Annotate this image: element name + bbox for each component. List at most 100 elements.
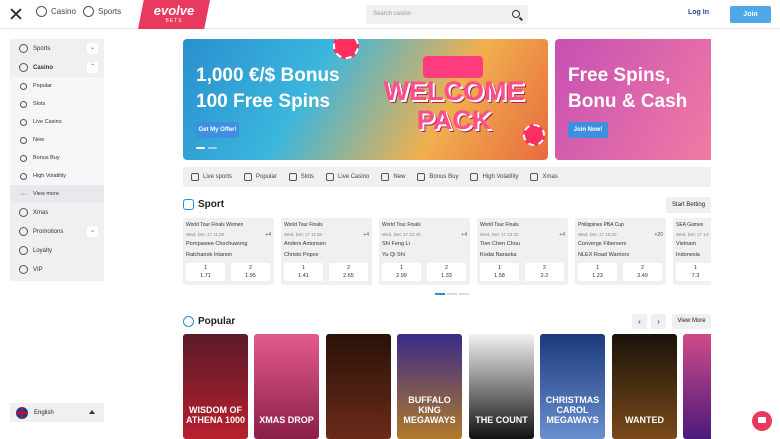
- odd-button-2[interactable]: 2 3.49: [623, 263, 662, 281]
- tab-slots[interactable]: Slots: [288, 173, 314, 181]
- sidebar-item-sports[interactable]: Sports ⌄: [10, 39, 104, 58]
- match-pagination[interactable]: [435, 293, 469, 295]
- match-date: Wed, Dec 17 14:: [676, 232, 710, 237]
- game-tile[interactable]: [326, 334, 391, 439]
- sidebar-item-view-more[interactable]: ··· View more: [10, 185, 104, 203]
- odd-button-2[interactable]: 2 2.2: [525, 263, 564, 281]
- odd-button-1[interactable]: 1 1.71: [186, 263, 225, 281]
- match-card[interactable]: World Tour Finals Wed, Dec 17 12:40 +4 S…: [379, 218, 470, 285]
- new-icon: [381, 173, 390, 181]
- more-markets[interactable]: +4: [461, 232, 467, 238]
- odd-button-2[interactable]: 2 1.95: [231, 263, 270, 281]
- vip-icon: [19, 265, 28, 274]
- tab-new[interactable]: New: [381, 173, 405, 181]
- odd-button-1[interactable]: 1 7.3: [676, 263, 711, 281]
- more-markets[interactable]: +4: [363, 232, 369, 238]
- sidebar-item-label: Loyalty: [33, 247, 53, 254]
- tab-high-volatility[interactable]: High Volatility: [470, 173, 518, 181]
- search-input[interactable]: Search casino: [366, 5, 528, 24]
- caret-up-icon: [89, 410, 95, 414]
- match-card[interactable]: SEA Games Wed, Dec 17 14: Vietnam Indone…: [673, 218, 711, 285]
- team-away: Ratchanok Intanon: [186, 252, 233, 258]
- sidebar-item-promotions[interactable]: Promotions ⌄: [10, 222, 104, 241]
- sidebar-item-high-volatility[interactable]: High Volatility: [10, 167, 104, 185]
- login-button[interactable]: Log In: [688, 9, 709, 16]
- more-markets[interactable]: +4: [559, 232, 565, 238]
- odd-button-1[interactable]: 1 1.23: [578, 263, 617, 281]
- match-card[interactable]: World Tour Finals Wed, Dec 17 13:30 +4 T…: [477, 218, 568, 285]
- chevron-up-icon[interactable]: ⌃: [87, 62, 98, 73]
- free-spins-banner[interactable]: Free Spins, Bonu & Cash Join Now!: [555, 39, 711, 160]
- search-placeholder: Search casino: [373, 11, 412, 17]
- match-card[interactable]: World Tour Finals Women Wed, Dec 17 11:0…: [183, 218, 274, 285]
- tab-live-casino[interactable]: Live Casino: [326, 173, 369, 181]
- match-league: Philippines PBA Cup: [578, 222, 624, 228]
- match-card[interactable]: World Tour Finals Wed, Dec 17 11:50 +4 A…: [281, 218, 372, 285]
- sidebar-item-loyalty[interactable]: Loyalty: [10, 241, 104, 260]
- odd-label: 1: [693, 265, 698, 271]
- join-button[interactable]: Join: [730, 6, 771, 23]
- more-markets[interactable]: +4: [265, 232, 271, 238]
- odd-value: 1.95: [245, 273, 256, 279]
- prev-button[interactable]: ‹: [632, 314, 647, 329]
- join-now-button[interactable]: Join Now!: [568, 122, 608, 138]
- more-markets[interactable]: +20: [655, 232, 663, 238]
- popular-icon: [183, 316, 194, 327]
- banner-pagination[interactable]: [196, 147, 217, 149]
- sidebar-item-casino[interactable]: Casino ⌃: [10, 58, 104, 77]
- sidebar-item-new[interactable]: New: [10, 131, 104, 149]
- sidebar-item-xmas[interactable]: Xmas: [10, 203, 104, 222]
- tab-popular[interactable]: Popular: [244, 173, 277, 181]
- odd-value: 7.3: [691, 273, 700, 279]
- game-tile[interactable]: THE COUNT: [469, 334, 534, 439]
- sidebar-item-popular[interactable]: Popular: [10, 77, 104, 95]
- get-offer-button[interactable]: Get My Offer!: [196, 122, 239, 138]
- game-tile[interactable]: BUFFALO KING MEGAWAYS: [397, 334, 462, 439]
- odd-button-1[interactable]: 1 2.99: [382, 263, 421, 281]
- game-tile[interactable]: CHRISTMAS CAROL MEGAWAYS: [540, 334, 605, 439]
- tab-label: High Volatility: [482, 174, 519, 180]
- game-tile[interactable]: XMAS DROP: [254, 334, 319, 439]
- sidebar-item-vip[interactable]: VIP: [10, 260, 104, 279]
- loyalty-icon: [19, 246, 28, 255]
- odd-label: 1: [595, 265, 600, 271]
- tab-xmas[interactable]: Xmas: [530, 173, 558, 181]
- nav-casino[interactable]: Casino: [36, 6, 76, 17]
- match-card[interactable]: Philippines PBA Cup Wed, Dec 17 13:30 +2…: [575, 218, 666, 285]
- odd-button-1[interactable]: 1 1.41: [284, 263, 323, 281]
- game-tile[interactable]: [683, 334, 711, 439]
- chat-icon[interactable]: [752, 411, 772, 431]
- welcome-banner[interactable]: 1,000 €/$ Bonus 100 Free Spins WELCOME P…: [183, 39, 548, 160]
- nav-sports-label: Sports: [98, 7, 122, 16]
- start-betting-button[interactable]: Start Betting: [666, 197, 711, 213]
- tab-bonus-buy[interactable]: Bonus Buy: [417, 173, 458, 181]
- tab-live-sports[interactable]: Live sports: [191, 173, 232, 181]
- odd-button-1[interactable]: 1 1.58: [480, 263, 519, 281]
- chevron-down-icon[interactable]: ⌄: [87, 226, 98, 237]
- close-icon[interactable]: [10, 8, 22, 20]
- game-tile[interactable]: WANTED: [612, 334, 677, 439]
- match-date: Wed, Dec 17 11:00: [186, 232, 225, 237]
- sidebar-item-bonus-buy[interactable]: Bonus Buy: [10, 149, 104, 167]
- odd-button-2[interactable]: 2 2.65: [329, 263, 368, 281]
- game-tile[interactable]: WISDOM OF ATHENA 1000: [183, 334, 248, 439]
- search-icon[interactable]: [512, 10, 520, 18]
- slots-icon: [288, 173, 297, 181]
- brand-logo[interactable]: evolve BETS: [138, 0, 210, 29]
- chevron-down-icon[interactable]: ⌄: [87, 43, 98, 54]
- match-date: Wed, Dec 17 13:30: [480, 232, 519, 237]
- popular-section-title: Popular: [183, 316, 235, 327]
- live-casino-icon: [20, 118, 27, 126]
- odd-button-2[interactable]: 2 1.33: [427, 263, 466, 281]
- sports-icon: [83, 6, 94, 17]
- top-bar: Casino Sports evolve BETS Search casino …: [0, 0, 780, 29]
- odd-value: 2.99: [396, 273, 407, 279]
- view-more-button[interactable]: View More: [672, 314, 711, 329]
- nav-sports[interactable]: Sports: [83, 6, 121, 17]
- next-button[interactable]: ›: [651, 314, 666, 329]
- team-away: Kodai Naraoka: [480, 252, 517, 258]
- sidebar-item-slots[interactable]: Slots: [10, 95, 104, 113]
- language-selector[interactable]: English: [10, 403, 104, 422]
- banner-title: 1,000 €/$ Bonus 100 Free Spins: [196, 65, 340, 112]
- sidebar-item-live-casino[interactable]: Live Casino: [10, 113, 104, 131]
